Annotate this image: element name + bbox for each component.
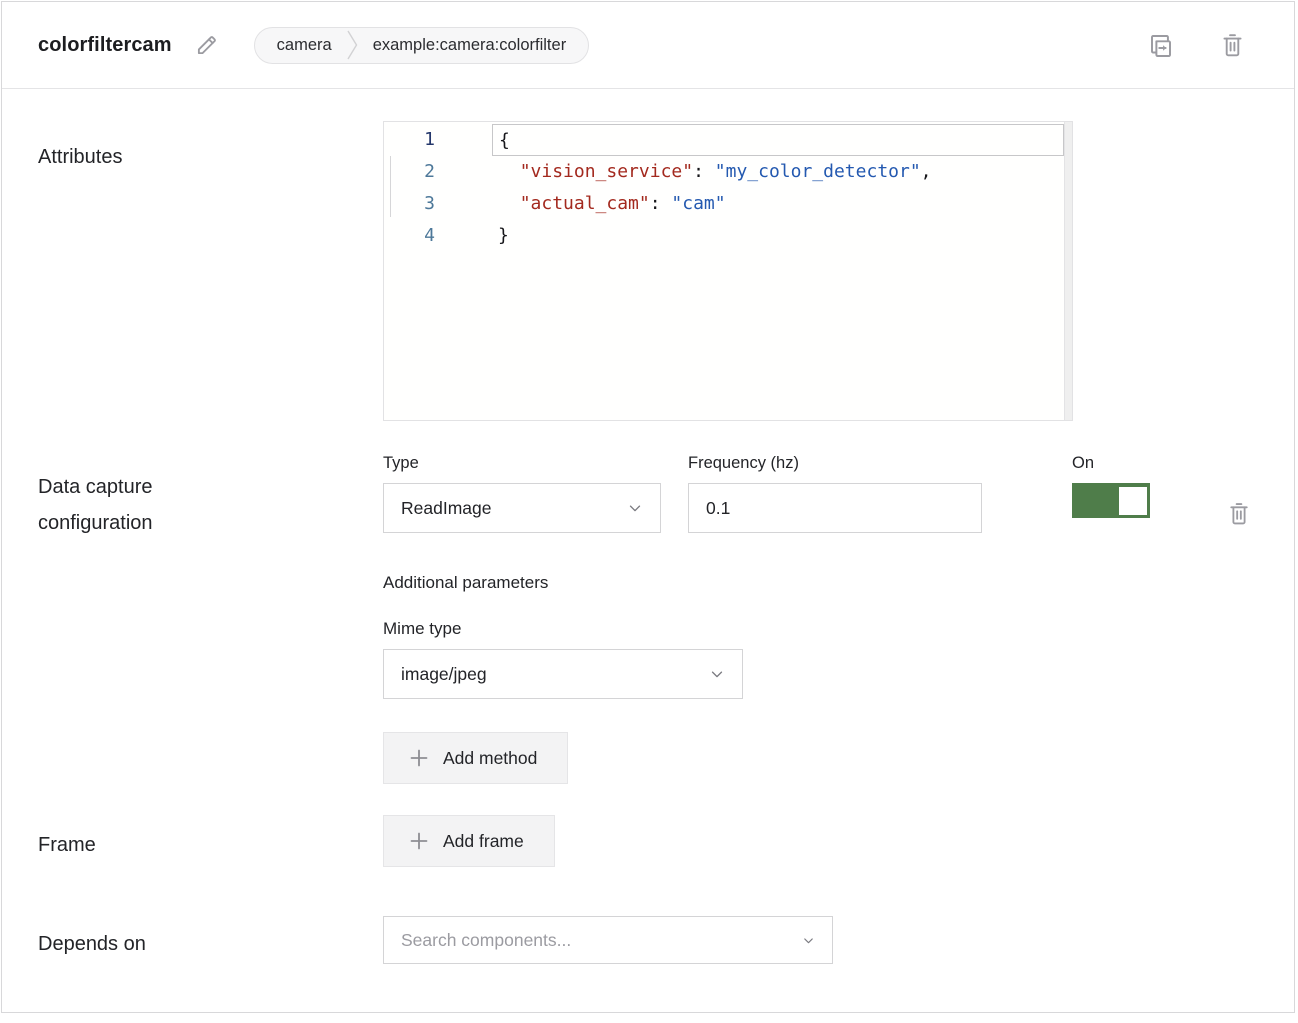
code-line[interactable]: {: [492, 124, 1064, 156]
capture-type-value: ReadImage: [401, 498, 491, 519]
add-method-label: Add method: [443, 748, 537, 769]
capture-type-select[interactable]: ReadImage: [383, 483, 661, 533]
card-header: colorfiltercam camera example:camera:col…: [2, 2, 1294, 89]
depends-on-select[interactable]: Search components...: [383, 916, 833, 964]
mime-type-value: image/jpeg: [401, 664, 487, 685]
duplicate-component-button[interactable]: [1147, 30, 1175, 60]
breadcrumb: camera example:camera:colorfilter: [254, 27, 590, 64]
line-number: 3: [384, 188, 450, 220]
data-capture-label: Data capture configuration: [38, 469, 248, 541]
trash-icon: [1219, 31, 1246, 60]
type-label: Type: [383, 454, 661, 473]
plus-icon: [410, 832, 428, 850]
json-punct: [498, 161, 520, 182]
json-punct: :: [650, 193, 672, 214]
depends-on-section: Depends on Search components...: [38, 916, 1294, 964]
attributes-json-editor[interactable]: 1234 { "vision_service": "my_color_detec…: [383, 121, 1073, 421]
toggle-knob: [1119, 487, 1147, 515]
code-line[interactable]: "actual_cam": "cam": [492, 188, 1064, 220]
depends-on-placeholder: Search components...: [401, 930, 571, 951]
pencil-icon: [194, 32, 220, 58]
delete-capture-method-button[interactable]: [1226, 500, 1252, 528]
editor-gutter: 1234: [384, 122, 450, 420]
json-punct: ,: [921, 161, 932, 182]
frequency-label: Frequency (hz): [688, 454, 982, 473]
frame-label: Frame: [38, 827, 248, 863]
breadcrumb-model: example:camera:colorfilter: [373, 36, 567, 55]
line-number: 2: [384, 156, 450, 188]
chevron-down-icon: [708, 665, 726, 683]
on-label: On: [1072, 454, 1150, 473]
json-punct: [498, 193, 520, 214]
mime-type-select[interactable]: image/jpeg: [383, 649, 743, 699]
line-number: 1: [384, 124, 450, 156]
json-punct: {: [499, 130, 510, 151]
depends-on-label: Depends on: [38, 926, 248, 962]
component-config-card: colorfiltercam camera example:camera:col…: [1, 1, 1295, 1013]
add-method-button[interactable]: Add method: [383, 732, 568, 784]
attributes-label: Attributes: [38, 139, 248, 175]
component-name: colorfiltercam: [38, 34, 172, 57]
json-punct: }: [498, 225, 509, 246]
code-line[interactable]: "vision_service": "my_color_detector",: [492, 156, 1064, 188]
breadcrumb-chevron-icon: [347, 28, 358, 62]
card-body: Attributes 1234 { "vision_service": "my_…: [2, 121, 1294, 999]
editor-scrollbar[interactable]: [1064, 122, 1072, 420]
editor-lines: { "vision_service": "my_color_detector",…: [492, 122, 1064, 420]
chevron-down-icon: [801, 933, 816, 948]
json-string: "my_color_detector": [715, 161, 921, 182]
breadcrumb-type: camera: [277, 36, 332, 55]
data-capture-method-row: Type ReadImage Frequency (hz) On: [383, 454, 1294, 533]
rename-button[interactable]: [194, 32, 220, 58]
indent-guide: [390, 156, 391, 217]
json-key: "actual_cam": [520, 193, 650, 214]
code-line[interactable]: }: [492, 220, 1064, 252]
add-frame-label: Add frame: [443, 831, 524, 852]
additional-parameters-label: Additional parameters: [383, 573, 1294, 593]
delete-component-button[interactable]: [1219, 31, 1246, 60]
line-number: 4: [384, 220, 450, 252]
frame-section: Frame Add frame: [38, 815, 1294, 867]
add-frame-button[interactable]: Add frame: [383, 815, 555, 867]
data-capture-section: Data capture configuration Type ReadImag…: [38, 454, 1294, 784]
chevron-down-icon: [626, 499, 644, 517]
duplicate-icon: [1147, 30, 1175, 60]
plus-icon: [410, 749, 428, 767]
attributes-section: Attributes 1234 { "vision_service": "my_…: [38, 121, 1294, 421]
frequency-input[interactable]: [688, 483, 982, 533]
json-punct: :: [693, 161, 715, 182]
json-string: "cam": [671, 193, 725, 214]
trash-icon: [1226, 500, 1252, 528]
mime-type-label: Mime type: [383, 619, 1294, 639]
data-capture-on-toggle[interactable]: [1072, 483, 1150, 518]
json-key: "vision_service": [520, 161, 693, 182]
